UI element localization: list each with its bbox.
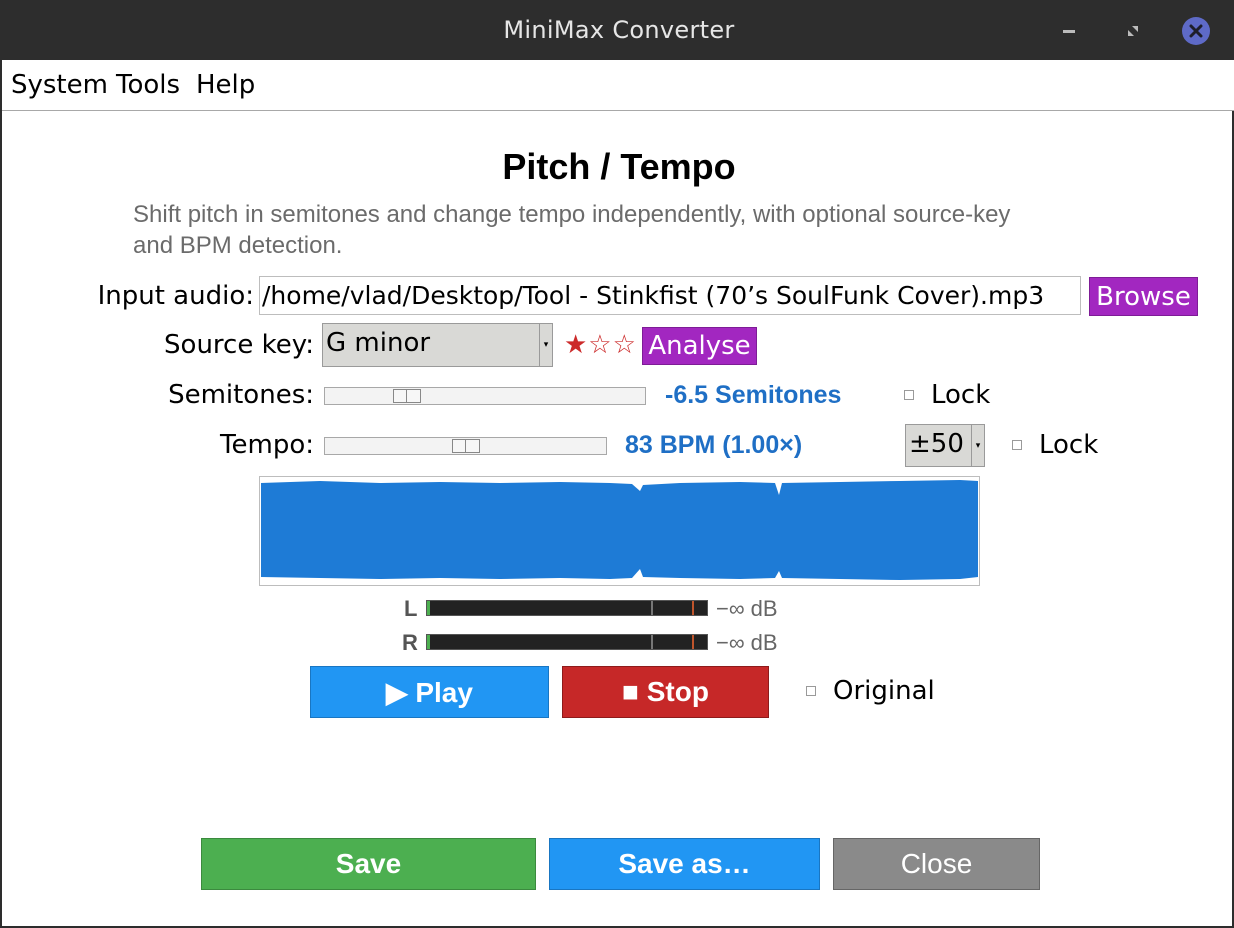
app-window: MiniMax Converter System Tools Help Pitc… — [0, 0, 1234, 928]
close-button[interactable]: Close — [833, 838, 1040, 890]
close-window-button[interactable] — [1182, 17, 1210, 45]
description-line-2: and BPM detection. — [133, 232, 343, 259]
meter-left-db: −∞ dB — [716, 596, 778, 621]
page-title: Pitch / Tempo — [502, 146, 736, 187]
save-button[interactable]: Save — [201, 838, 536, 890]
menu-tools[interactable]: Tools — [116, 70, 180, 100]
window-title: MiniMax Converter — [503, 16, 735, 44]
maximize-button[interactable] — [1118, 16, 1148, 46]
page-description: Shift pitch in semitones and change temp… — [133, 199, 1133, 261]
input-audio-field[interactable]: /home/vlad/Desktop/Tool - Stinkfist (70’… — [259, 276, 1081, 315]
stop-button[interactable]: ■ Stop — [562, 666, 769, 718]
source-key-value: G minor — [326, 328, 431, 358]
save-as-button[interactable]: Save as… — [549, 838, 820, 890]
dropdown-arrow-icon: ▾ — [539, 324, 552, 366]
tempo-slider-thumb[interactable] — [452, 439, 480, 453]
dropdown-arrow-icon: ▾ — [971, 425, 984, 466]
description-line-1: Shift pitch in semitones and change temp… — [133, 201, 1011, 228]
tempo-label: Tempo: — [220, 430, 314, 460]
meter-left-label: L — [404, 596, 418, 621]
semitones-lock-checkbox[interactable] — [904, 390, 914, 400]
minimize-icon — [1063, 29, 1075, 33]
original-checkbox[interactable] — [806, 686, 816, 696]
maximize-icon — [1128, 26, 1138, 36]
semitones-slider-thumb[interactable] — [393, 389, 421, 403]
waveform-display[interactable] — [259, 476, 980, 586]
key-confidence-stars: ★☆☆ — [564, 330, 637, 360]
tempo-lock-label: Lock — [1039, 430, 1099, 460]
menu-help[interactable]: Help — [196, 70, 255, 100]
play-button[interactable]: ▶ Play — [310, 666, 549, 718]
meter-right-label: R — [402, 630, 418, 655]
title-bar[interactable]: MiniMax Converter — [2, 0, 1234, 60]
original-label: Original — [833, 676, 935, 706]
semitones-lock-label: Lock — [931, 380, 991, 410]
meter-right — [426, 634, 708, 650]
close-icon — [1189, 24, 1203, 38]
tempo-slider[interactable] — [324, 437, 607, 455]
semitones-slider[interactable] — [324, 387, 646, 405]
tempo-range-select[interactable]: ±50 ▾ — [905, 424, 985, 467]
input-audio-label: Input audio: — [97, 281, 254, 311]
source-key-label: Source key: — [164, 330, 314, 360]
analyse-button[interactable]: Analyse — [642, 327, 757, 365]
waveform-graphic — [261, 480, 978, 580]
browse-button[interactable]: Browse — [1089, 277, 1198, 316]
tempo-range-value: ±50 — [909, 429, 964, 459]
meter-right-db: −∞ dB — [716, 630, 778, 655]
menu-bar: System Tools Help — [2, 60, 1234, 111]
minimize-button[interactable] — [1054, 16, 1084, 46]
tempo-lock-checkbox[interactable] — [1012, 440, 1022, 450]
semitones-label: Semitones: — [168, 380, 314, 410]
semitones-value: -6.5 Semitones — [665, 381, 842, 409]
tempo-value: 83 BPM (1.00×) — [625, 431, 803, 459]
menu-system[interactable]: System — [11, 70, 108, 100]
meter-left — [426, 600, 708, 616]
source-key-select[interactable]: G minor ▾ — [322, 323, 553, 367]
